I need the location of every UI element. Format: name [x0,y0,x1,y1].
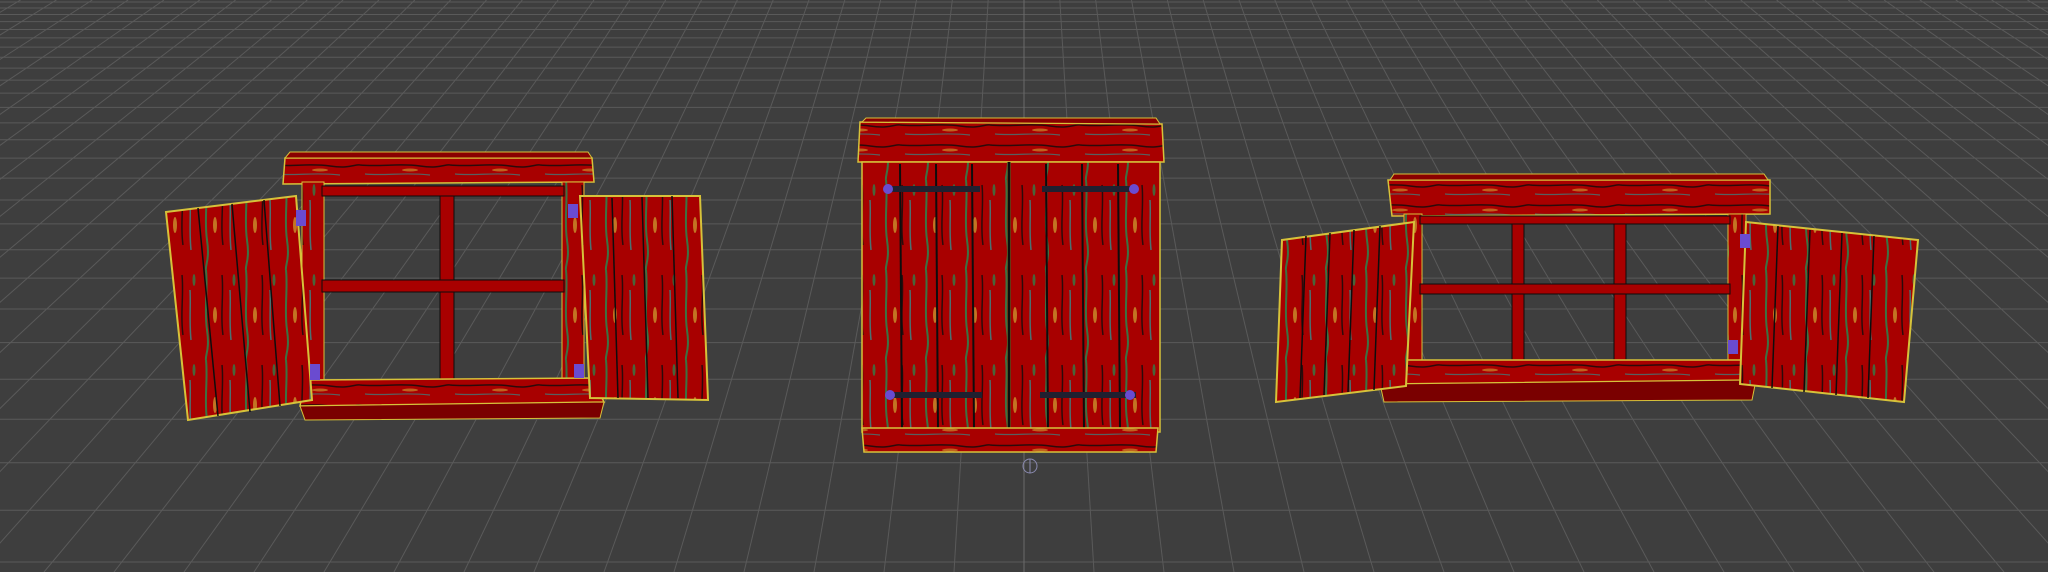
scene-canvas[interactable] [0,0,2048,572]
3d-viewport[interactable] [0,0,2048,572]
center-closed-double-shutter[interactable] [857,117,1165,453]
